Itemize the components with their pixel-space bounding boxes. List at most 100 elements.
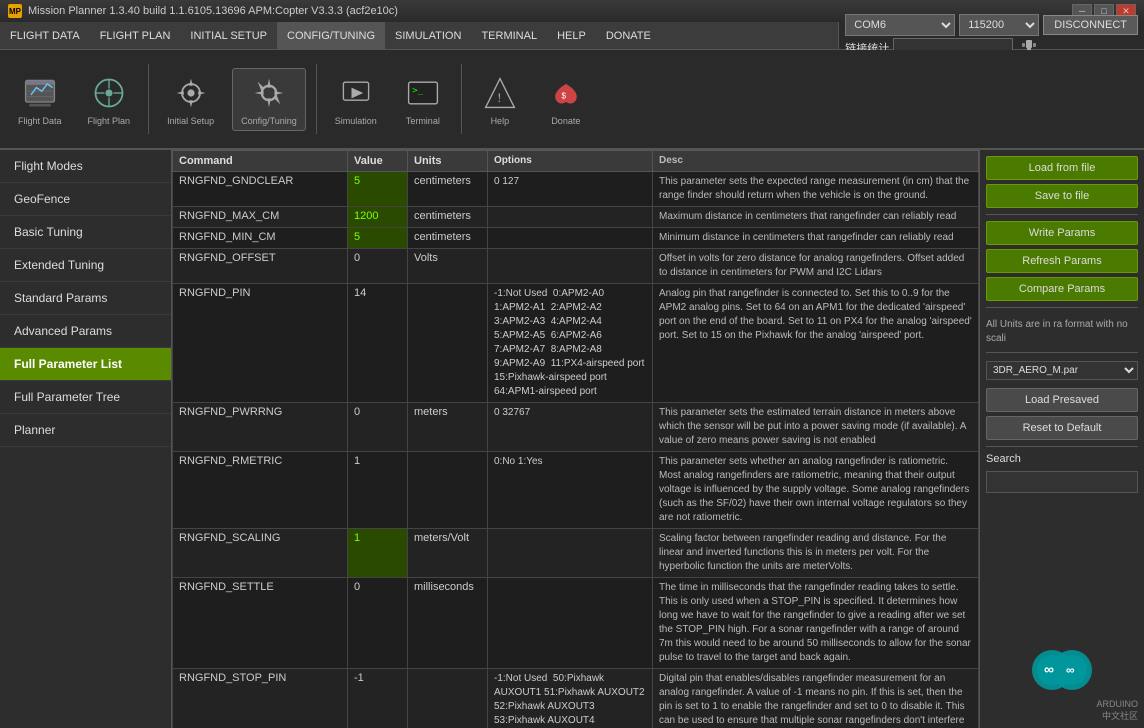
panel-divider-1 (986, 214, 1138, 215)
table-row[interactable]: RNGFND_MAX_CM1200centimetersMaximum dist… (173, 207, 979, 228)
sidebar-item-flight-modes[interactable]: Flight Modes (0, 150, 171, 183)
toolbar-flight-data[interactable]: Flight Data (10, 69, 70, 130)
param-units: centimeters (408, 172, 488, 207)
toolbar-help[interactable]: ! Help (472, 69, 528, 130)
param-value[interactable]: 14 (348, 284, 408, 403)
sidebar-item-extended-tuning[interactable]: Extended Tuning (0, 249, 171, 282)
toolbar-donate[interactable]: $ Donate (538, 69, 594, 130)
toolbar-simulation[interactable]: Simulation (327, 69, 385, 130)
sidebar: Flight Modes GeoFence Basic Tuning Exten… (0, 150, 172, 728)
param-desc: This parameter sets whether an analog ra… (653, 452, 979, 529)
table-row[interactable]: RNGFND_MIN_CM5centimetersMinimum distanc… (173, 228, 979, 249)
search-input[interactable] (986, 471, 1138, 493)
file-select[interactable]: 3DR_AERO_M.par (986, 361, 1138, 380)
toolbar: Flight Data Flight Plan Initial Setup Co… (0, 50, 1144, 150)
load-presaved-button[interactable]: Load Presaved (986, 388, 1138, 412)
param-units: milliseconds (408, 578, 488, 669)
param-units: meters (408, 403, 488, 452)
param-name: RNGFND_PIN (173, 284, 348, 403)
param-value[interactable]: 1 (348, 529, 408, 578)
param-units (408, 669, 488, 728)
toolbar-initial-setup[interactable]: Initial Setup (159, 69, 222, 130)
param-value[interactable]: 5 (348, 172, 408, 207)
svg-text:!: ! (497, 91, 501, 105)
menu-help[interactable]: HELP (547, 22, 596, 49)
svg-text:∞: ∞ (1044, 661, 1054, 677)
menu-initial-setup[interactable]: INITIAL SETUP (180, 22, 277, 49)
param-options (488, 529, 653, 578)
col-command: Command (173, 151, 348, 172)
table-row[interactable]: RNGFND_OFFSET0VoltsOffset in volts for z… (173, 249, 979, 284)
save-to-file-button[interactable]: Save to file (986, 184, 1138, 208)
toolbar-terminal[interactable]: >_ Terminal (395, 69, 451, 130)
table-container[interactable]: Command Value Units Options Desc RNGFND_… (172, 150, 979, 728)
sidebar-item-geofence[interactable]: GeoFence (0, 183, 171, 216)
param-desc: Analog pin that rangefinder is connected… (653, 284, 979, 403)
sidebar-item-basic-tuning[interactable]: Basic Tuning (0, 216, 171, 249)
content-area: Flight Modes GeoFence Basic Tuning Exten… (0, 150, 1144, 728)
refresh-params-button[interactable]: Refresh Params (986, 249, 1138, 273)
param-value[interactable]: 0 (348, 249, 408, 284)
sidebar-item-standard-params[interactable]: Standard Params (0, 282, 171, 315)
sidebar-item-full-parameter-list[interactable]: Full Parameter List (0, 348, 171, 381)
menu-flight-plan[interactable]: FLIGHT PLAN (90, 22, 181, 49)
col-options: Options (488, 151, 653, 172)
table-row[interactable]: RNGFND_STOP_PIN-1 -1:Not Used 50:Pixhawk … (173, 669, 979, 728)
param-value[interactable]: 5 (348, 228, 408, 249)
param-name: RNGFND_SETTLE (173, 578, 348, 669)
reset-to-default-button[interactable]: Reset to Default (986, 416, 1138, 440)
table-row[interactable]: RNGFND_SETTLE0milliseconds The time in mi… (173, 578, 979, 669)
menu-terminal[interactable]: TERMINAL (471, 22, 547, 49)
param-options: 0 127 (488, 172, 653, 207)
menu-bar: FLIGHT DATA FLIGHT PLAN INITIAL SETUP CO… (0, 22, 1144, 50)
menu-simulation[interactable]: SIMULATION (385, 22, 471, 49)
svg-text:∞: ∞ (1066, 663, 1075, 677)
param-name: RNGFND_STOP_PIN (173, 669, 348, 728)
write-params-button[interactable]: Write Params (986, 221, 1138, 245)
toolbar-divider-1 (148, 64, 149, 134)
toolbar-flight-plan[interactable]: Flight Plan (80, 69, 139, 130)
menu-config-tuning[interactable]: CONFIG/TUNING (277, 22, 385, 49)
com-port-select[interactable]: COM6 (845, 14, 955, 36)
table-row[interactable]: RNGFND_GNDCLEAR5centimeters0 127This par… (173, 172, 979, 207)
app-icon: MP (8, 4, 22, 18)
disconnect-button[interactable]: DISCONNECT (1043, 15, 1138, 35)
svg-text:$: $ (561, 91, 566, 100)
param-desc: This parameter sets the estimated terrai… (653, 403, 979, 452)
table-row[interactable]: RNGFND_PIN14-1:Not Used 0:APM2-A0 1:APM2… (173, 284, 979, 403)
sidebar-item-planner[interactable]: Planner (0, 414, 171, 447)
param-value[interactable]: 1200 (348, 207, 408, 228)
param-units (408, 452, 488, 529)
load-from-file-button[interactable]: Load from file (986, 156, 1138, 180)
toolbar-config-tuning[interactable]: Config/Tuning (232, 68, 306, 131)
param-value[interactable]: 1 (348, 452, 408, 529)
param-name: RNGFND_PWRRNG (173, 403, 348, 452)
param-options: -1:Not Used 50:Pixhawk AUXOUT1 51:Pixhaw… (488, 669, 653, 728)
param-options: 0:No 1:Yes (488, 452, 653, 529)
parameter-table: Command Value Units Options Desc RNGFND_… (172, 150, 979, 728)
param-value[interactable]: 0 (348, 403, 408, 452)
menu-flight-data[interactable]: FLIGHT DATA (0, 22, 90, 49)
param-units: centimeters (408, 207, 488, 228)
baud-rate-select[interactable]: 115200 (959, 14, 1039, 36)
param-options (488, 207, 653, 228)
sidebar-item-advanced-params[interactable]: Advanced Params (0, 315, 171, 348)
param-value[interactable]: -1 (348, 669, 408, 728)
compare-params-button[interactable]: Compare Params (986, 277, 1138, 301)
param-value[interactable]: 0 (348, 578, 408, 669)
param-name: RNGFND_GNDCLEAR (173, 172, 348, 207)
menu-donate[interactable]: DONATE (596, 22, 661, 49)
param-name: RNGFND_RMETRIC (173, 452, 348, 529)
search-label: Search (986, 453, 1138, 465)
panel-divider-3 (986, 352, 1138, 353)
param-desc: Digital pin that enables/disables rangef… (653, 669, 979, 728)
param-options (488, 578, 653, 669)
param-name: RNGFND_MAX_CM (173, 207, 348, 228)
param-units (408, 284, 488, 403)
param-desc: The time in milliseconds that the rangef… (653, 578, 979, 669)
sidebar-item-full-parameter-tree[interactable]: Full Parameter Tree (0, 381, 171, 414)
param-units: Volts (408, 249, 488, 284)
table-row[interactable]: RNGFND_SCALING1meters/VoltScaling factor… (173, 529, 979, 578)
table-row[interactable]: RNGFND_RMETRIC1 0:No 1:YesThis parameter … (173, 452, 979, 529)
table-row[interactable]: RNGFND_PWRRNG0meters0 32767This paramete… (173, 403, 979, 452)
